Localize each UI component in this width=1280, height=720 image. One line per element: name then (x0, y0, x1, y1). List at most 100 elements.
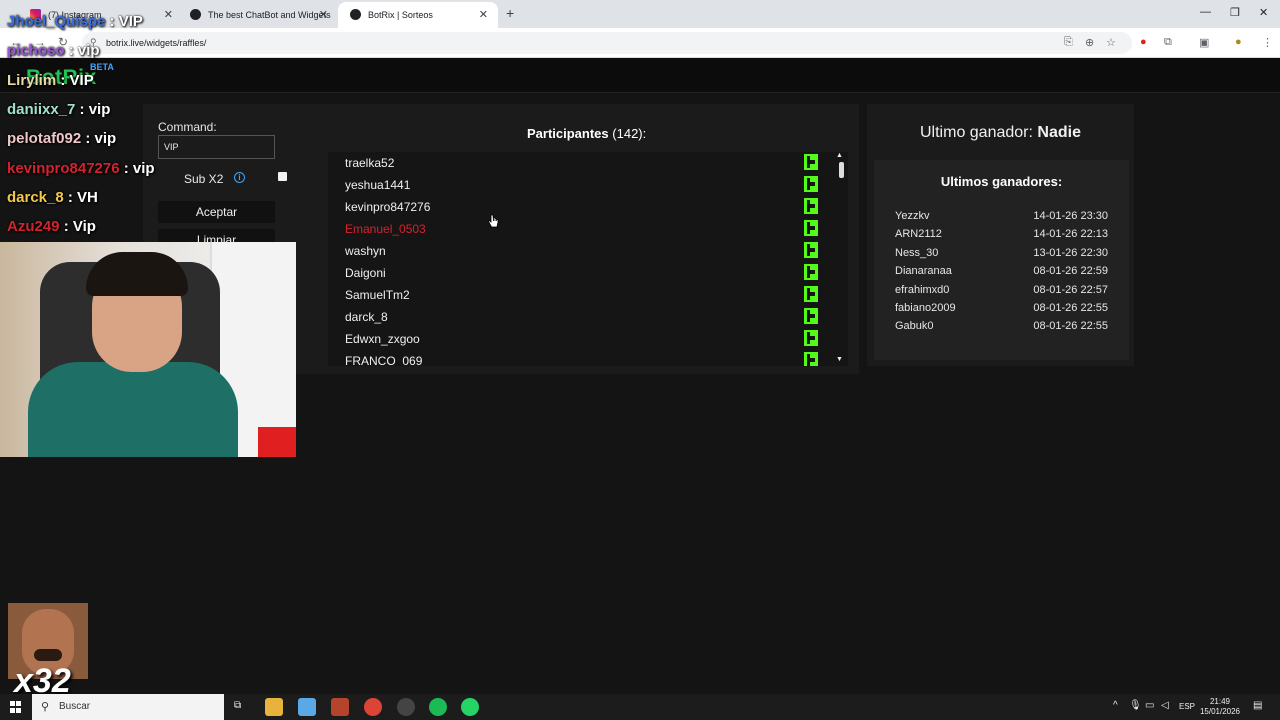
taskbar-search[interactable]: ⚲ Buscar (32, 694, 224, 720)
participant-row[interactable]: Emanuel_0503 (328, 218, 848, 240)
new-tab-icon[interactable]: + (506, 5, 514, 21)
task-view-icon[interactable]: ⧉ (234, 700, 241, 711)
winner-name: Gabuk0 (895, 320, 934, 333)
windows-taskbar: ⚲ Buscar ⧉ ^ 🎙 ▭ ◁ ESP 21:49 15/01/2026 … (0, 694, 1280, 720)
participant-name: washyn (345, 244, 386, 258)
url-text: botrix.live/widgets/raffles/ (106, 38, 207, 48)
screenshot-icon[interactable]: ▣ (1199, 36, 1209, 49)
last-winner-value: Nadie (1037, 124, 1081, 141)
participant-row[interactable]: darck_8 (328, 306, 848, 328)
profile-avatar-icon[interactable]: ● (1235, 36, 1242, 48)
obs-icon[interactable] (397, 698, 415, 716)
volume-icon[interactable]: ◁ (1161, 700, 1169, 711)
winner-date: 08-01-26 22:55 (1033, 302, 1108, 314)
winner-row: Yezzkv 14-01-26 23:30 (895, 210, 1115, 228)
close-icon[interactable]: ✕ (319, 8, 328, 21)
chat-message: darck_8 : VH (7, 189, 98, 206)
scrollbar-thumb[interactable] (839, 162, 844, 178)
winner-row: Gabuk0 08-01-26 22:55 (895, 320, 1115, 338)
chat-text: : VIP (60, 72, 94, 89)
windows-start-icon[interactable] (10, 701, 22, 713)
translate-icon[interactable]: ⎘ (1064, 36, 1073, 49)
command-input[interactable] (158, 135, 275, 159)
extensions-icon[interactable]: ⧉ (1164, 36, 1172, 49)
participant-name: SamuelTm2 (345, 288, 410, 302)
restore-icon[interactable]: ❐ (1230, 6, 1240, 19)
scroll-up-arrow-icon[interactable]: ▲ (836, 152, 843, 159)
zoom-icon[interactable]: ⊕ (1085, 36, 1094, 49)
tab-title: The best ChatBot and Widgets (208, 10, 331, 20)
url-field[interactable]: ⚲ botrix.live/widgets/raffles/ (82, 32, 1132, 54)
participant-row[interactable]: SamuelTm2 (328, 284, 848, 306)
whatsapp-icon[interactable] (461, 698, 479, 716)
browser-tab-botrix-home[interactable]: The best ChatBot and Widgets ✕ (178, 2, 338, 28)
winner-row: Dianaranaa 08-01-26 22:59 (895, 265, 1115, 283)
chat-username: Lirylim (7, 72, 57, 89)
close-icon[interactable]: ✕ (479, 8, 488, 21)
winner-name: Yezzkv (895, 210, 930, 222)
participant-row[interactable]: FRANCO_069 (328, 350, 848, 366)
participant-name: kevinpro847276 (345, 200, 431, 214)
kick-icon (804, 198, 818, 214)
participant-name: traelka52 (345, 156, 395, 170)
participant-row[interactable]: yeshua1441 (328, 174, 848, 196)
chat-message: Jhoel_Quispe : VIP (7, 13, 143, 30)
participants-title: Participantes (142): (527, 126, 646, 141)
chat-username: Azu249 (7, 218, 60, 235)
opera-icon[interactable]: ● (1140, 36, 1147, 48)
last-winner-label: Ultimo ganador: (920, 124, 1033, 141)
recent-winners-box: Ultimos ganadores: Yezzkv 14-01-26 23:30 A… (874, 160, 1129, 360)
participant-name: Emanuel_0503 (345, 222, 426, 236)
participant-row[interactable]: Daigoni (328, 262, 848, 284)
participant-name: yeshua1441 (345, 178, 411, 192)
chrome-icon[interactable] (364, 698, 382, 716)
chat-message: Azu249 : Vip (7, 218, 96, 235)
microphone-icon[interactable]: 🎙 (1129, 700, 1142, 711)
chat-username: pichoso (7, 42, 65, 59)
chat-username: Jhoel_Quispe (7, 13, 106, 30)
chat-text: : VH (67, 189, 98, 206)
winner-row: Ness_30 13-01-26 22:30 (895, 247, 1115, 265)
participant-row[interactable]: Edwxn_zxgoo (328, 328, 848, 350)
winner-date: 14-01-26 22:13 (1033, 228, 1108, 241)
chat-message: pichoso : vip (7, 42, 100, 59)
close-window-icon[interactable]: ✕ (1259, 6, 1268, 19)
sub-x2-checkbox[interactable] (278, 172, 287, 181)
participant-row[interactable]: kevinpro847276 (328, 196, 848, 218)
spotify-icon[interactable] (429, 698, 447, 716)
browser-tab-botrix-raffles[interactable]: BotRix | Sorteos ✕ (338, 2, 498, 28)
close-icon[interactable]: ✕ (164, 8, 173, 21)
webcam-red-object (258, 427, 296, 457)
scroll-down-arrow-icon[interactable]: ▼ (836, 356, 843, 363)
more-menu-icon[interactable]: ⋮ (1262, 36, 1273, 49)
webcam-overlay (0, 242, 296, 457)
winner-name: efrahimxd0 (895, 283, 950, 296)
bookmark-star-icon[interactable]: ☆ (1106, 36, 1116, 49)
participants-list[interactable]: traelka52 yeshua1441 kevinpro847276 Emanuel… (328, 152, 848, 366)
minimize-icon[interactable]: — (1200, 6, 1211, 18)
file-explorer-icon[interactable] (265, 698, 283, 716)
winner-name: fabiano2009 (895, 302, 956, 314)
winner-row: efrahimxd0 08-01-26 22:57 (895, 284, 1115, 302)
notepad-icon[interactable] (298, 698, 316, 716)
accept-button[interactable]: Aceptar (158, 201, 275, 223)
chat-text: : vip (68, 42, 100, 59)
language-indicator[interactable]: ESP (1179, 702, 1195, 711)
last-winner: Ultimo ganador: Nadie (867, 124, 1134, 142)
notifications-icon[interactable]: ▤ (1253, 700, 1262, 711)
meme-mouth (34, 649, 62, 661)
participant-name: darck_8 (345, 310, 388, 324)
tab-title: BotRix | Sorteos (368, 10, 433, 20)
winner-name: Dianaranaa (895, 265, 952, 278)
winner-name: ARN2112 (895, 228, 942, 241)
chat-username: daniixx_7 (7, 101, 76, 118)
participant-row[interactable]: traelka52 (328, 152, 848, 174)
beta-badge: BETA (90, 62, 114, 72)
network-icon[interactable]: ▭ (1145, 700, 1154, 711)
participant-row[interactable]: washyn (328, 240, 848, 262)
tray-chevron-icon[interactable]: ^ (1113, 700, 1118, 711)
address-bar-row: ← → ↻ ⚲ botrix.live/widgets/raffles/ ⎘ ⊕… (0, 28, 1280, 58)
info-icon[interactable]: i (234, 172, 245, 183)
taskbar-clock[interactable]: 21:49 15/01/2026 (1196, 697, 1244, 717)
app-icon[interactable] (331, 698, 349, 716)
